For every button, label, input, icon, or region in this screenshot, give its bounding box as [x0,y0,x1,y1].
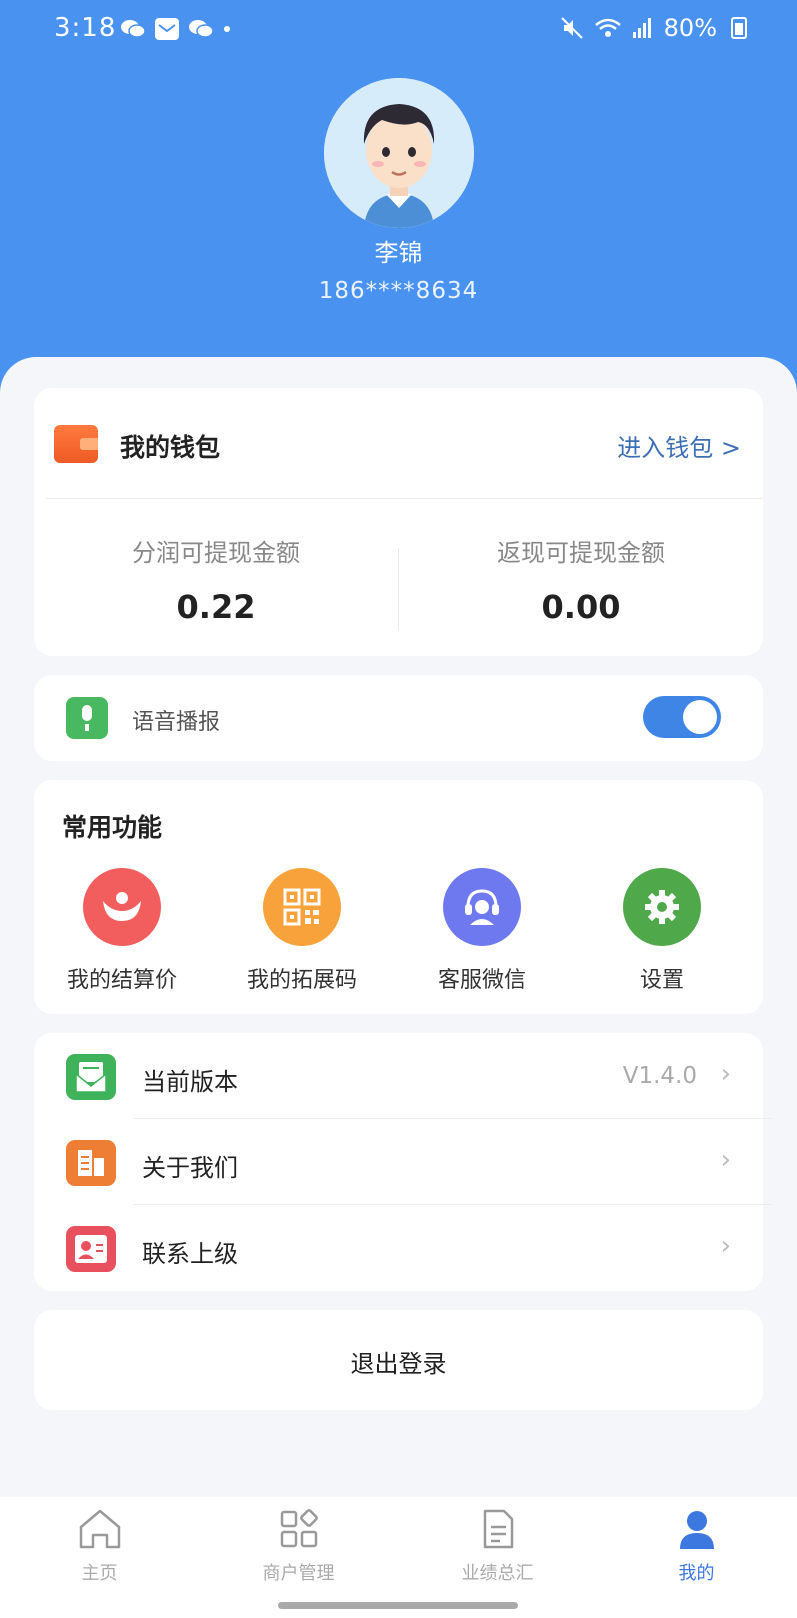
home-indicator[interactable] [278,1602,518,1609]
home-icon [79,1509,120,1549]
contact-icon [66,1226,116,1272]
signal-icon [632,18,651,38]
chevron-right-icon: › [720,1145,731,1175]
avatar[interactable] [324,78,474,228]
version-icon [66,1054,116,1100]
function-label: 设置 [639,968,684,993]
wifi-icon [594,18,621,37]
user-phone: 186****8634 [318,278,479,304]
function-settlement-price[interactable]: 我的结算价 [32,868,212,994]
enter-wallet-link[interactable]: 进入钱包 > [617,428,741,463]
profit-balance-label: 分润可提现金额 [132,539,300,567]
user-name: 李锦 [374,239,423,267]
tab-performance-summary[interactable]: 业绩总汇 [398,1507,597,1585]
divider [46,498,763,499]
profit-balance-value: 0.22 [176,588,256,626]
status-bar: 3:18 80% [0,0,797,60]
function-label: 我的拓展码 [246,968,357,993]
wechat-icon [189,20,214,38]
wallet-title: 我的钱包 [120,433,221,462]
version-value: V1.4.0 [622,1063,697,1089]
logout-button[interactable]: 退出登录 [34,1310,763,1410]
toggle-knob [683,700,717,734]
menu-item-label: 关于我们 [142,1154,238,1182]
menu-item-contact-superior[interactable]: 联系上级 › [34,1205,763,1291]
gear-icon [623,868,701,946]
merchant-icon [280,1509,318,1548]
about-icon [66,1140,116,1186]
voice-broadcast-toggle[interactable] [643,696,721,738]
notification-icons [120,17,232,41]
user-icon [679,1511,714,1549]
battery-icon [731,17,747,39]
tab-label: 商户管理 [262,1563,335,1584]
function-label: 我的结算价 [66,968,177,993]
menu-item-label: 联系上级 [142,1240,238,1268]
wechat-icon [121,20,146,38]
tab-merchant-management[interactable]: 商户管理 [199,1507,398,1585]
dot-icon [224,26,230,32]
qr-code-icon [263,868,341,946]
voice-broadcast-row: 语音播报 [34,675,763,761]
cashback-balance-label: 返现可提现金额 [497,539,665,567]
battery-percent: 80% [663,14,717,42]
function-settings[interactable]: 设置 [572,868,752,994]
logout-label: 退出登录 [350,1350,447,1378]
chevron-right-icon: › [720,1231,731,1261]
tab-home[interactable]: 主页 [0,1507,199,1585]
customer-service-icon [443,868,521,946]
mute-icon [560,17,583,39]
wallet-card: 我的钱包 进入钱包 > 分润可提现金额 0.22 返现可提现金额 0.00 [34,388,763,656]
common-functions-card: 常用功能 我的结算价 我的拓展码 客服微信 设置 [34,780,763,1014]
report-icon [483,1509,513,1549]
status-time: 3:18 [54,13,117,43]
wallet-icon [54,425,98,463]
menu-list: 当前版本 V1.4.0 › 关于我们 › 联系上级 › [34,1033,773,1291]
menu-item-label: 当前版本 [142,1068,238,1096]
message-app-icon [155,18,179,40]
menu-item-version[interactable]: 当前版本 V1.4.0 › [34,1033,773,1119]
settlement-icon [83,868,161,946]
avatar-illustration [324,78,474,228]
microphone-icon [66,697,108,739]
profit-balance[interactable]: 分润可提现金额 0.22 [34,533,398,626]
voice-broadcast-label: 语音播报 [132,710,221,735]
cashback-balance-value: 0.00 [541,588,621,626]
cashback-balance[interactable]: 返现可提现金额 0.00 [399,533,763,626]
menu-item-about-us[interactable]: 关于我们 › [34,1119,773,1205]
tab-label: 主页 [81,1563,118,1584]
status-right: 80% [560,14,747,42]
tab-mine[interactable]: 我的 [597,1507,796,1585]
function-label: 客服微信 [437,968,526,993]
bottom-tab-bar: 主页 商户管理 业绩总汇 我的 [0,1497,797,1618]
function-expansion-code[interactable]: 我的拓展码 [212,868,392,994]
common-functions-title: 常用功能 [62,813,163,842]
function-customer-service[interactable]: 客服微信 [392,868,572,994]
tab-label: 我的 [678,1563,715,1584]
chevron-right-icon: › [720,1059,731,1089]
tab-label: 业绩总汇 [461,1563,534,1584]
